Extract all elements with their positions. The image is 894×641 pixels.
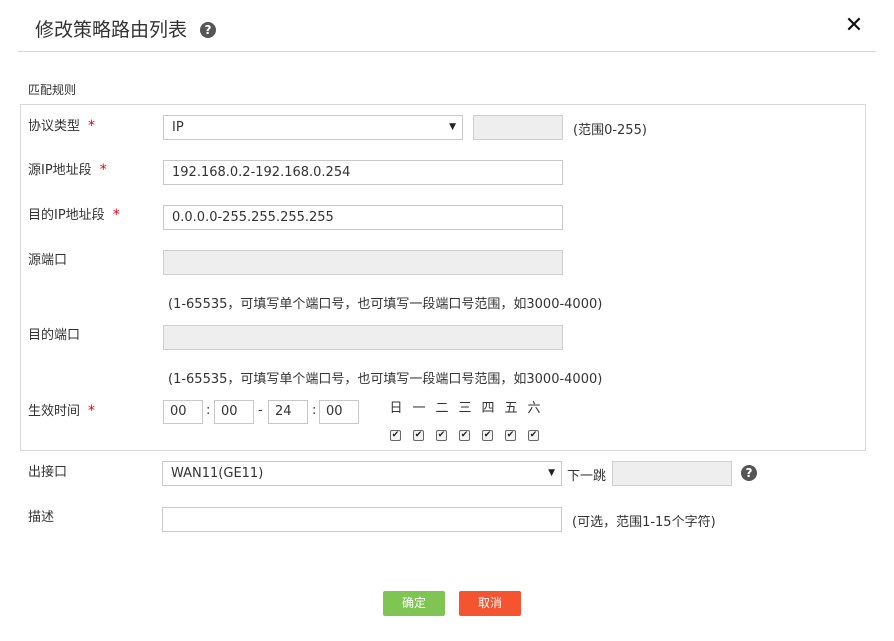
egress-select-value: WAN11(GE11) — [171, 466, 264, 481]
description-label: 描述 — [28, 510, 55, 525]
day-checkbox-sun[interactable]: ✔ — [390, 430, 401, 441]
header-divider — [18, 51, 876, 52]
dst-ip-input[interactable]: 0.0.0.0-255.255.255.255 — [163, 205, 563, 230]
protocol-select[interactable]: IP ▼ — [163, 115, 463, 140]
day-label-sun: 日 — [389, 401, 403, 416]
required-mark: * — [88, 403, 96, 419]
match-rules-title: 匹配规则 — [28, 83, 77, 97]
src-ip-input[interactable]: 192.168.0.2-192.168.0.254 — [163, 160, 563, 185]
day-label-tue: 二 — [435, 401, 449, 416]
cancel-button[interactable]: 取消 — [459, 591, 521, 616]
dst-port-input[interactable] — [163, 325, 563, 350]
dialog-header: 修改策略路由列表 ? ✕ — [0, 0, 894, 52]
day-label-sat: 六 — [527, 401, 541, 416]
day-label-wed: 三 — [458, 401, 472, 416]
end-hour-input[interactable]: 24 — [268, 400, 308, 424]
protocol-label-text: 协议类型 — [28, 119, 81, 134]
dst-port-label: 目的端口 — [28, 328, 81, 343]
day-checkbox-tue[interactable]: ✔ — [436, 430, 447, 441]
src-port-label: 源端口 — [28, 253, 68, 268]
start-hour-input[interactable]: 00 — [163, 400, 203, 424]
time-dash: - — [258, 403, 263, 418]
egress-select[interactable]: WAN11(GE11) ▼ — [162, 461, 562, 486]
required-mark: * — [112, 207, 120, 223]
end-minute-input[interactable]: 00 — [319, 400, 359, 424]
dst-ip-label-text: 目的IP地址段 — [28, 208, 105, 223]
confirm-button[interactable]: 确定 — [383, 591, 445, 616]
dst-port-hint: (1-65535，可填写单个端口号，也可填写一段端口号范围，如3000-4000… — [168, 372, 603, 387]
description-input[interactable] — [162, 507, 562, 532]
protocol-number-input[interactable] — [473, 115, 563, 140]
day-checkbox-sat[interactable]: ✔ — [528, 430, 539, 441]
day-checkbox-thu[interactable]: ✔ — [482, 430, 493, 441]
dialog-title: 修改策略路由列表 — [35, 19, 188, 41]
day-label-mon: 一 — [412, 401, 426, 416]
description-hint: (可选，范围1-15个字符) — [572, 515, 716, 530]
protocol-label: 协议类型 * — [28, 115, 95, 134]
time-colon: : — [312, 403, 317, 418]
schedule-label: 生效时间 * — [28, 400, 95, 419]
schedule-label-text: 生效时间 — [28, 404, 81, 419]
help-icon[interactable]: ? — [741, 465, 757, 481]
src-ip-label-text: 源IP地址段 — [28, 163, 92, 178]
time-colon: : — [206, 403, 211, 418]
chevron-down-icon: ▼ — [449, 122, 456, 132]
help-icon[interactable]: ? — [200, 22, 216, 38]
src-ip-label: 源IP地址段 * — [28, 159, 107, 178]
day-checkbox-fri[interactable]: ✔ — [505, 430, 516, 441]
chevron-down-icon: ▼ — [548, 468, 555, 478]
day-checkbox-wed[interactable]: ✔ — [459, 430, 470, 441]
protocol-select-value: IP — [172, 120, 184, 135]
egress-label: 出接口 — [28, 465, 68, 480]
required-mark: * — [99, 162, 107, 178]
next-hop-input[interactable] — [612, 461, 732, 486]
src-port-input[interactable] — [163, 250, 563, 275]
dst-ip-label: 目的IP地址段 * — [28, 204, 120, 223]
required-mark: * — [88, 118, 96, 134]
src-port-hint: (1-65535，可填写单个端口号，也可填写一段端口号范围，如3000-4000… — [168, 297, 603, 312]
protocol-range-hint: (范围0-255) — [573, 123, 647, 138]
day-label-fri: 五 — [504, 401, 518, 416]
day-checkbox-mon[interactable]: ✔ — [413, 430, 424, 441]
next-hop-label: 下一跳 — [567, 469, 607, 484]
day-label-thu: 四 — [481, 401, 495, 416]
close-icon[interactable]: ✕ — [844, 14, 864, 38]
start-minute-input[interactable]: 00 — [214, 400, 254, 424]
